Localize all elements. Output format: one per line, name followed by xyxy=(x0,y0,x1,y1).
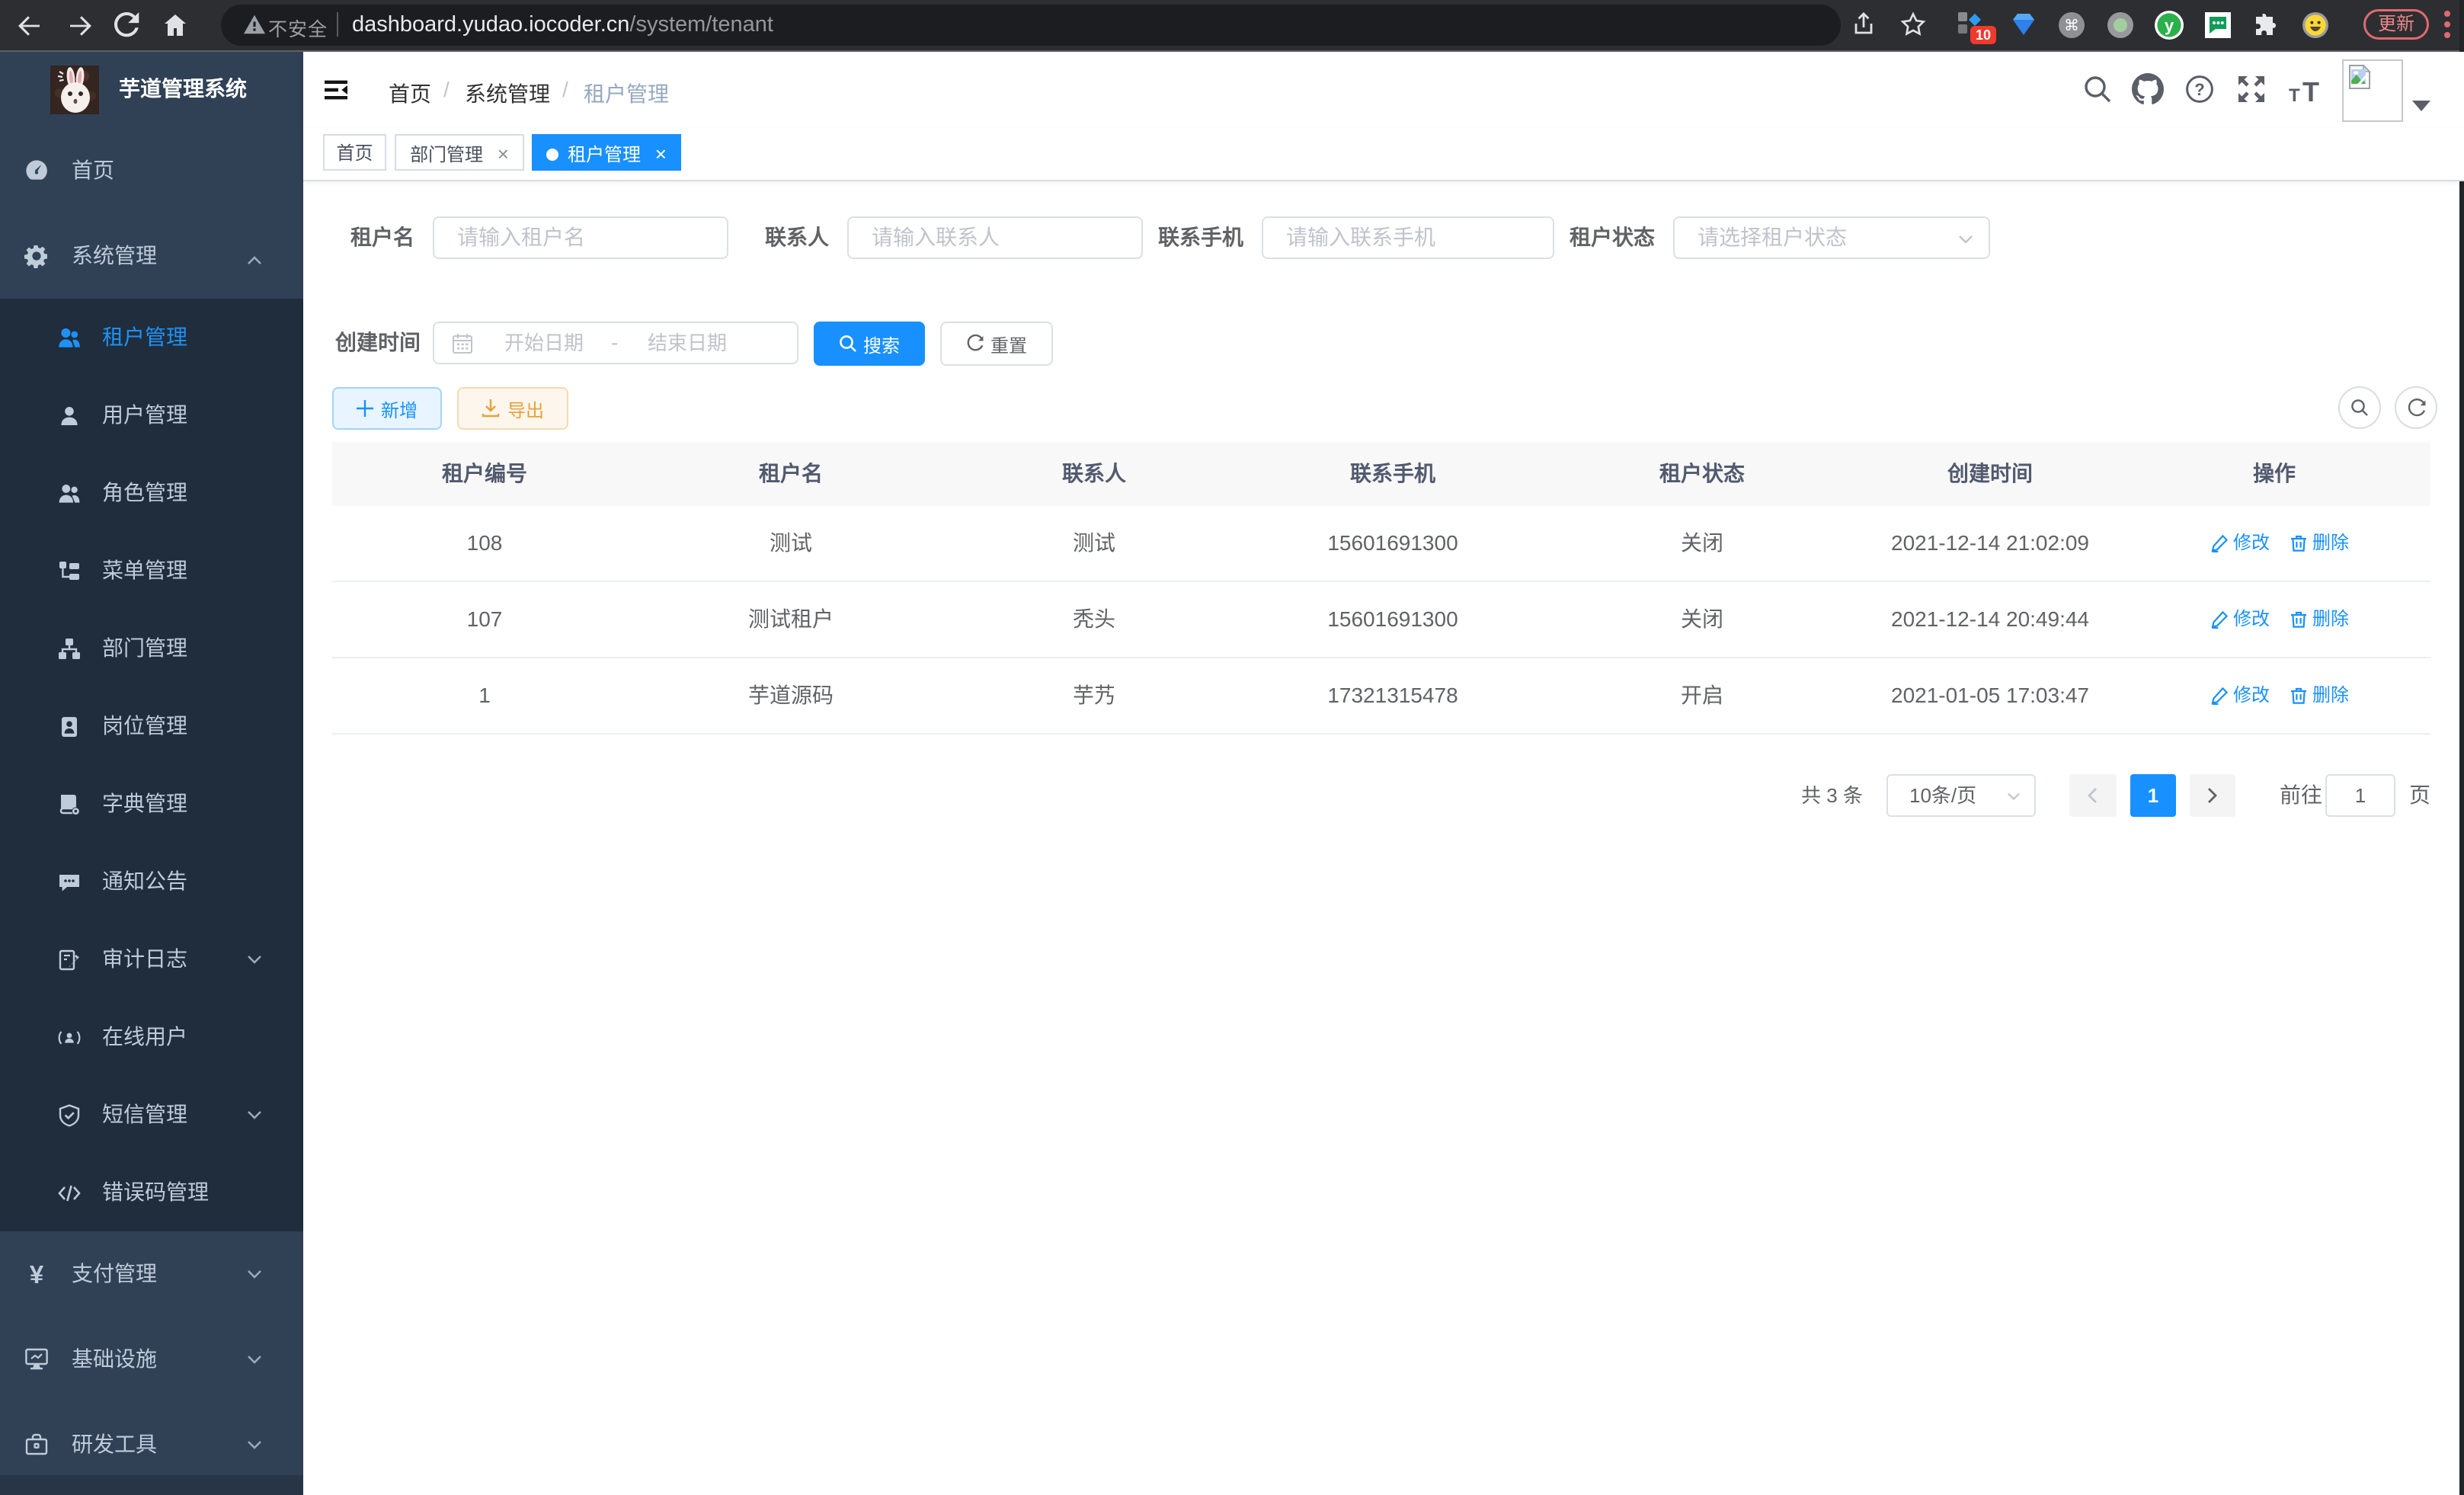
svg-text:¥: ¥ xyxy=(30,1262,44,1286)
svg-text:⌘: ⌘ xyxy=(2064,18,2079,34)
svg-text:?: ? xyxy=(2194,80,2204,99)
svg-text:y: y xyxy=(2165,16,2174,35)
